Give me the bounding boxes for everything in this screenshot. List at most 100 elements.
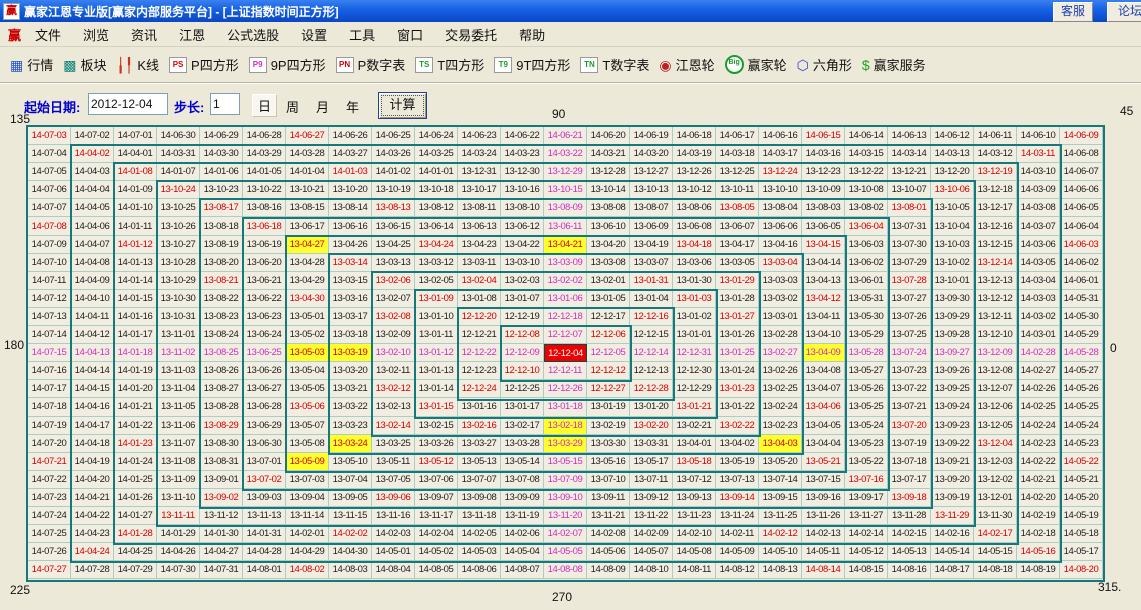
grid-cell[interactable]: 12-12-22: [458, 344, 501, 362]
grid-cell[interactable]: 14-06-20: [587, 127, 630, 145]
grid-cell[interactable]: 13-04-21: [544, 236, 587, 254]
grid-cell[interactable]: 14-01-19: [114, 362, 157, 380]
grid-cell[interactable]: 14-03-28: [286, 145, 329, 163]
grid-cell[interactable]: 13-05-10: [329, 453, 372, 471]
grid-cell[interactable]: 14-07-05: [28, 163, 71, 181]
grid-cell[interactable]: 13-11-18: [458, 507, 501, 525]
grid-cell[interactable]: 13-12-02: [974, 471, 1017, 489]
grid-cell[interactable]: 13-07-12: [673, 471, 716, 489]
grid-cell[interactable]: 13-01-06: [544, 290, 587, 308]
grid-cell[interactable]: 14-05-05: [544, 543, 587, 561]
grid-cell[interactable]: 14-07-18: [28, 398, 71, 416]
grid-cell[interactable]: 13-10-05: [931, 199, 974, 217]
grid-cell[interactable]: 13-01-15: [415, 398, 458, 416]
grid-cell[interactable]: 14-05-15: [974, 543, 1017, 561]
grid-cell[interactable]: 13-12-14: [974, 254, 1017, 272]
grid-cell[interactable]: 13-12-13: [974, 272, 1017, 290]
grid-cell[interactable]: 13-09-13: [673, 489, 716, 507]
grid-cell[interactable]: 14-03-04: [1017, 272, 1060, 290]
grid-cell[interactable]: 14-06-14: [845, 127, 888, 145]
grid-cell[interactable]: 14-05-23: [1060, 435, 1103, 453]
grid-cell[interactable]: 14-05-14: [931, 543, 974, 561]
grid-cell[interactable]: 13-11-15: [329, 507, 372, 525]
grid-cell[interactable]: 14-01-14: [114, 272, 157, 290]
grid-cell[interactable]: 14-02-17: [974, 525, 1017, 543]
grid-cell[interactable]: 12-12-25: [501, 380, 544, 398]
grid-cell[interactable]: 14-04-03: [71, 163, 114, 181]
grid-cell[interactable]: 14-01-06: [200, 163, 243, 181]
grid-cell[interactable]: 14-07-01: [114, 127, 157, 145]
grid-cell[interactable]: 14-01-29: [157, 525, 200, 543]
grid-cell[interactable]: 14-04-23: [71, 525, 114, 543]
grid-cell[interactable]: 13-08-14: [329, 199, 372, 217]
grid-cell[interactable]: 14-08-09: [587, 561, 630, 579]
grid-cell[interactable]: 14-04-30: [329, 543, 372, 561]
period-option-month[interactable]: 月: [316, 97, 329, 116]
grid-cell[interactable]: 13-09-29: [931, 308, 974, 326]
grid-cell[interactable]: 12-12-21: [458, 326, 501, 344]
grid-cell[interactable]: 13-02-03: [501, 272, 544, 290]
grid-cell[interactable]: 14-03-21: [587, 145, 630, 163]
grid-cell[interactable]: 13-09-12: [630, 489, 673, 507]
grid-cell[interactable]: 13-02-10: [372, 344, 415, 362]
menu-item-江恩[interactable]: 江恩: [179, 28, 205, 43]
grid-cell[interactable]: 13-03-29: [544, 435, 587, 453]
grid-cell[interactable]: 13-05-08: [286, 435, 329, 453]
grid-cell[interactable]: 13-07-08: [501, 471, 544, 489]
grid-cell[interactable]: 14-07-12: [28, 290, 71, 308]
grid-cell[interactable]: 13-02-18: [544, 417, 587, 435]
grid-cell[interactable]: 13-12-17: [974, 199, 1017, 217]
grid-cell[interactable]: 13-06-06: [759, 217, 802, 235]
grid-cell[interactable]: 14-01-12: [114, 236, 157, 254]
grid-cell[interactable]: 13-06-18: [243, 217, 286, 235]
grid-cell[interactable]: 14-08-13: [759, 561, 802, 579]
grid-cell[interactable]: 13-05-22: [845, 453, 888, 471]
grid-cell[interactable]: 13-01-04: [630, 290, 673, 308]
grid-cell[interactable]: 13-12-07: [974, 380, 1017, 398]
grid-cell[interactable]: 14-06-18: [673, 127, 716, 145]
grid-cell[interactable]: 14-07-08: [28, 217, 71, 235]
grid-cell[interactable]: 13-08-05: [716, 199, 759, 217]
grid-cell[interactable]: 14-03-06: [1017, 236, 1060, 254]
grid-cell[interactable]: 13-06-07: [716, 217, 759, 235]
grid-cell[interactable]: 13-05-27: [845, 362, 888, 380]
grid-cell[interactable]: 14-03-02: [1017, 308, 1060, 326]
grid-cell[interactable]: 14-02-06: [501, 525, 544, 543]
grid-cell[interactable]: 13-07-22: [888, 380, 931, 398]
grid-cell[interactable]: 13-01-16: [458, 398, 501, 416]
grid-cell[interactable]: 13-12-11: [974, 308, 1017, 326]
grid-cell[interactable]: 14-07-10: [28, 254, 71, 272]
grid-cell[interactable]: 13-03-12: [415, 254, 458, 272]
grid-cell[interactable]: 14-06-10: [1017, 127, 1060, 145]
grid-cell[interactable]: 13-04-25: [372, 236, 415, 254]
grid-cell[interactable]: 13-12-19: [974, 163, 1017, 181]
grid-cell[interactable]: 13-02-16: [458, 417, 501, 435]
grid-cell[interactable]: 14-04-21: [71, 489, 114, 507]
toolbar-button-赢家轮[interactable]: Big赢家轮: [725, 55, 787, 74]
grid-cell[interactable]: 13-04-08: [802, 362, 845, 380]
grid-cell[interactable]: 13-12-24: [759, 163, 802, 181]
grid-cell[interactable]: 13-01-08: [458, 290, 501, 308]
grid-cell[interactable]: 14-05-16: [1017, 543, 1060, 561]
grid-cell[interactable]: 13-09-16: [802, 489, 845, 507]
grid-cell[interactable]: 13-11-29: [931, 507, 974, 525]
grid-cell[interactable]: 14-03-13: [931, 145, 974, 163]
grid-cell[interactable]: 13-07-28: [888, 272, 931, 290]
grid-cell[interactable]: 13-01-17: [501, 398, 544, 416]
grid-cell[interactable]: 14-01-23: [114, 435, 157, 453]
grid-cell[interactable]: 14-07-11: [28, 272, 71, 290]
grid-cell[interactable]: 13-01-05: [587, 290, 630, 308]
grid-cell[interactable]: 13-10-21: [286, 181, 329, 199]
grid-cell[interactable]: 13-10-14: [587, 181, 630, 199]
grid-cell[interactable]: 13-03-05: [716, 254, 759, 272]
grid-cell[interactable]: 13-08-07: [630, 199, 673, 217]
grid-cell[interactable]: 13-08-11: [458, 199, 501, 217]
grid-cell[interactable]: 14-06-19: [630, 127, 673, 145]
grid-cell[interactable]: 13-09-20: [931, 471, 974, 489]
grid-cell[interactable]: 14-04-14: [71, 362, 114, 380]
grid-cell[interactable]: 13-09-30: [931, 290, 974, 308]
grid-cell[interactable]: 13-05-03: [286, 344, 329, 362]
grid-cell[interactable]: 13-11-19: [501, 507, 544, 525]
start-date-input[interactable]: [88, 93, 168, 115]
grid-cell[interactable]: 14-05-02: [415, 543, 458, 561]
